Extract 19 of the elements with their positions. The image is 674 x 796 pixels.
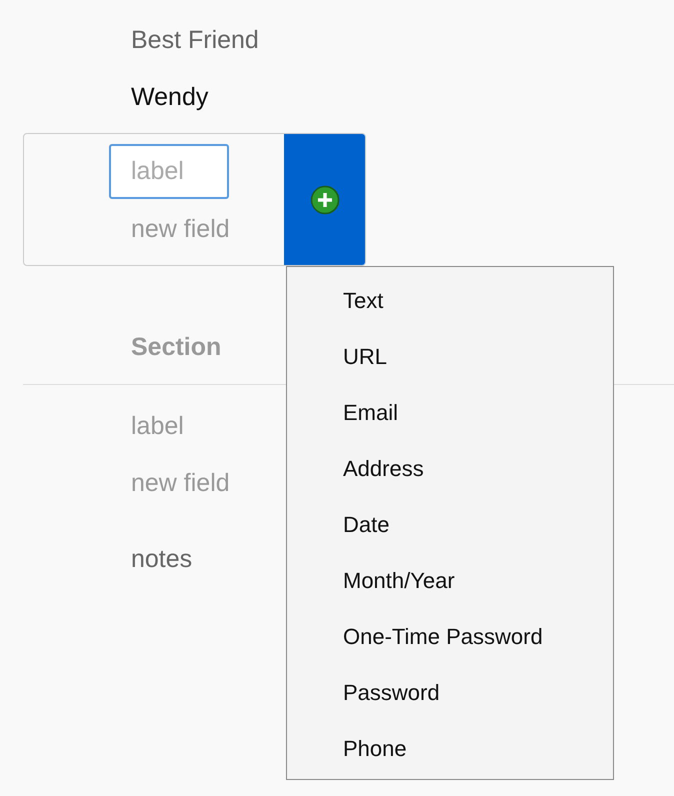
menu-item[interactable]: Month/Year: [287, 553, 613, 609]
label-field[interactable]: label: [109, 144, 229, 199]
section-title: Section: [131, 333, 222, 362]
menu-item[interactable]: Email: [287, 385, 613, 441]
menu-item[interactable]: Address: [287, 441, 613, 497]
field-value: Wendy: [131, 83, 208, 112]
new-field-hint: new field: [131, 469, 230, 498]
add-field-button[interactable]: [284, 134, 365, 265]
menu-item[interactable]: Date: [287, 497, 613, 553]
new-field-hint: new field: [131, 215, 231, 244]
notes-label: notes: [131, 545, 192, 574]
menu-item[interactable]: One-Time Password: [287, 609, 613, 665]
field-label: Best Friend: [131, 26, 259, 55]
menu-item[interactable]: Password: [287, 665, 613, 721]
menu-item[interactable]: Text: [287, 273, 613, 329]
label-hint: label: [131, 412, 184, 441]
add-icon: [310, 184, 340, 214]
menu-item[interactable]: Phone: [287, 721, 613, 777]
menu-item[interactable]: URL: [287, 329, 613, 385]
